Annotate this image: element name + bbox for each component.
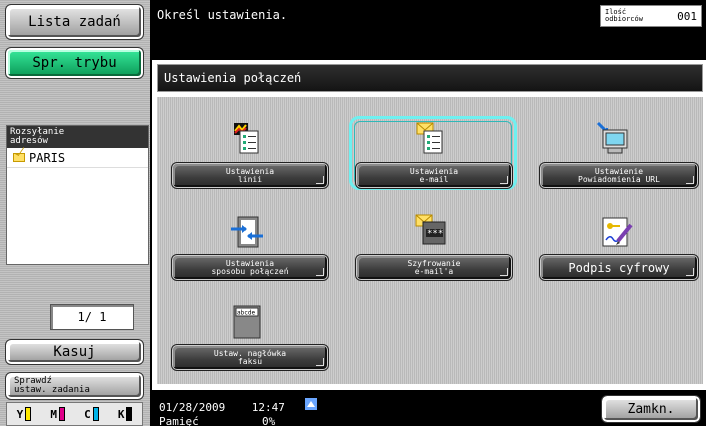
recipient-counter-label: Ilość odbiorców xyxy=(605,8,643,23)
svg-text:***: *** xyxy=(427,229,443,239)
date-time: 01/28/2009 12:47 xyxy=(159,401,285,414)
connection-method-button[interactable]: Ustawienia sposobu połączeń xyxy=(171,254,329,281)
recipient-counter-value: 001 xyxy=(677,9,697,23)
check-job-settings-button[interactable]: Sprawdź ustaw. zadania xyxy=(5,372,144,400)
envelope-icon xyxy=(13,153,25,162)
fax-header-button[interactable]: Ustaw. nagłówka faksu xyxy=(171,344,329,371)
toner-black: K xyxy=(118,407,133,421)
url-notification-button[interactable]: Ustawienie Powiadomienia URL xyxy=(539,162,699,189)
toner-magenta: M xyxy=(50,407,65,421)
network-status-icon xyxy=(305,398,317,410)
email-encryption-button[interactable]: Szyfrowanie e-mail'a xyxy=(355,254,513,281)
line-settings-icon xyxy=(234,123,259,154)
address-name: PARIS xyxy=(29,150,66,165)
digital-signature-button[interactable]: Podpis cyfrowy xyxy=(539,254,699,281)
page-indicator: 1/ 1 xyxy=(50,304,134,330)
digital-signature-icon xyxy=(602,217,633,247)
email-encryption-icon: *** xyxy=(415,214,446,245)
job-list-button[interactable]: Lista zadań xyxy=(5,4,144,40)
toner-indicator: Y M C K xyxy=(6,402,143,426)
instruction-message: Określ ustawienia. xyxy=(157,8,288,22)
fax-header-icon: abcde xyxy=(233,305,261,339)
close-button[interactable]: Zamkn. xyxy=(601,395,701,423)
address-list-panel: Rozsyłanie adresów PARIS xyxy=(6,125,149,265)
email-settings-button[interactable]: Ustawienia e-mail xyxy=(355,162,513,189)
svg-text:abcde: abcde xyxy=(237,310,255,317)
email-settings-icon xyxy=(416,122,443,154)
panel-title: Ustawienia połączeń xyxy=(157,64,703,92)
toner-yellow: Y xyxy=(17,407,32,421)
clear-button[interactable]: Kasuj xyxy=(5,339,144,365)
mode-check-button[interactable]: Spr. trybu xyxy=(5,47,144,79)
toner-cyan: C xyxy=(84,407,99,421)
line-settings-button[interactable]: Ustawienia linii xyxy=(171,162,329,189)
address-list-header: Rozsyłanie adresów xyxy=(7,126,148,148)
memory-label: Pamięć xyxy=(159,415,199,426)
url-notification-icon xyxy=(596,121,628,154)
memory-value: 0% xyxy=(262,415,276,426)
recipient-counter: Ilość odbiorców 001 xyxy=(600,5,702,27)
connection-method-icon xyxy=(231,216,263,248)
address-list-item[interactable]: PARIS xyxy=(7,148,148,168)
